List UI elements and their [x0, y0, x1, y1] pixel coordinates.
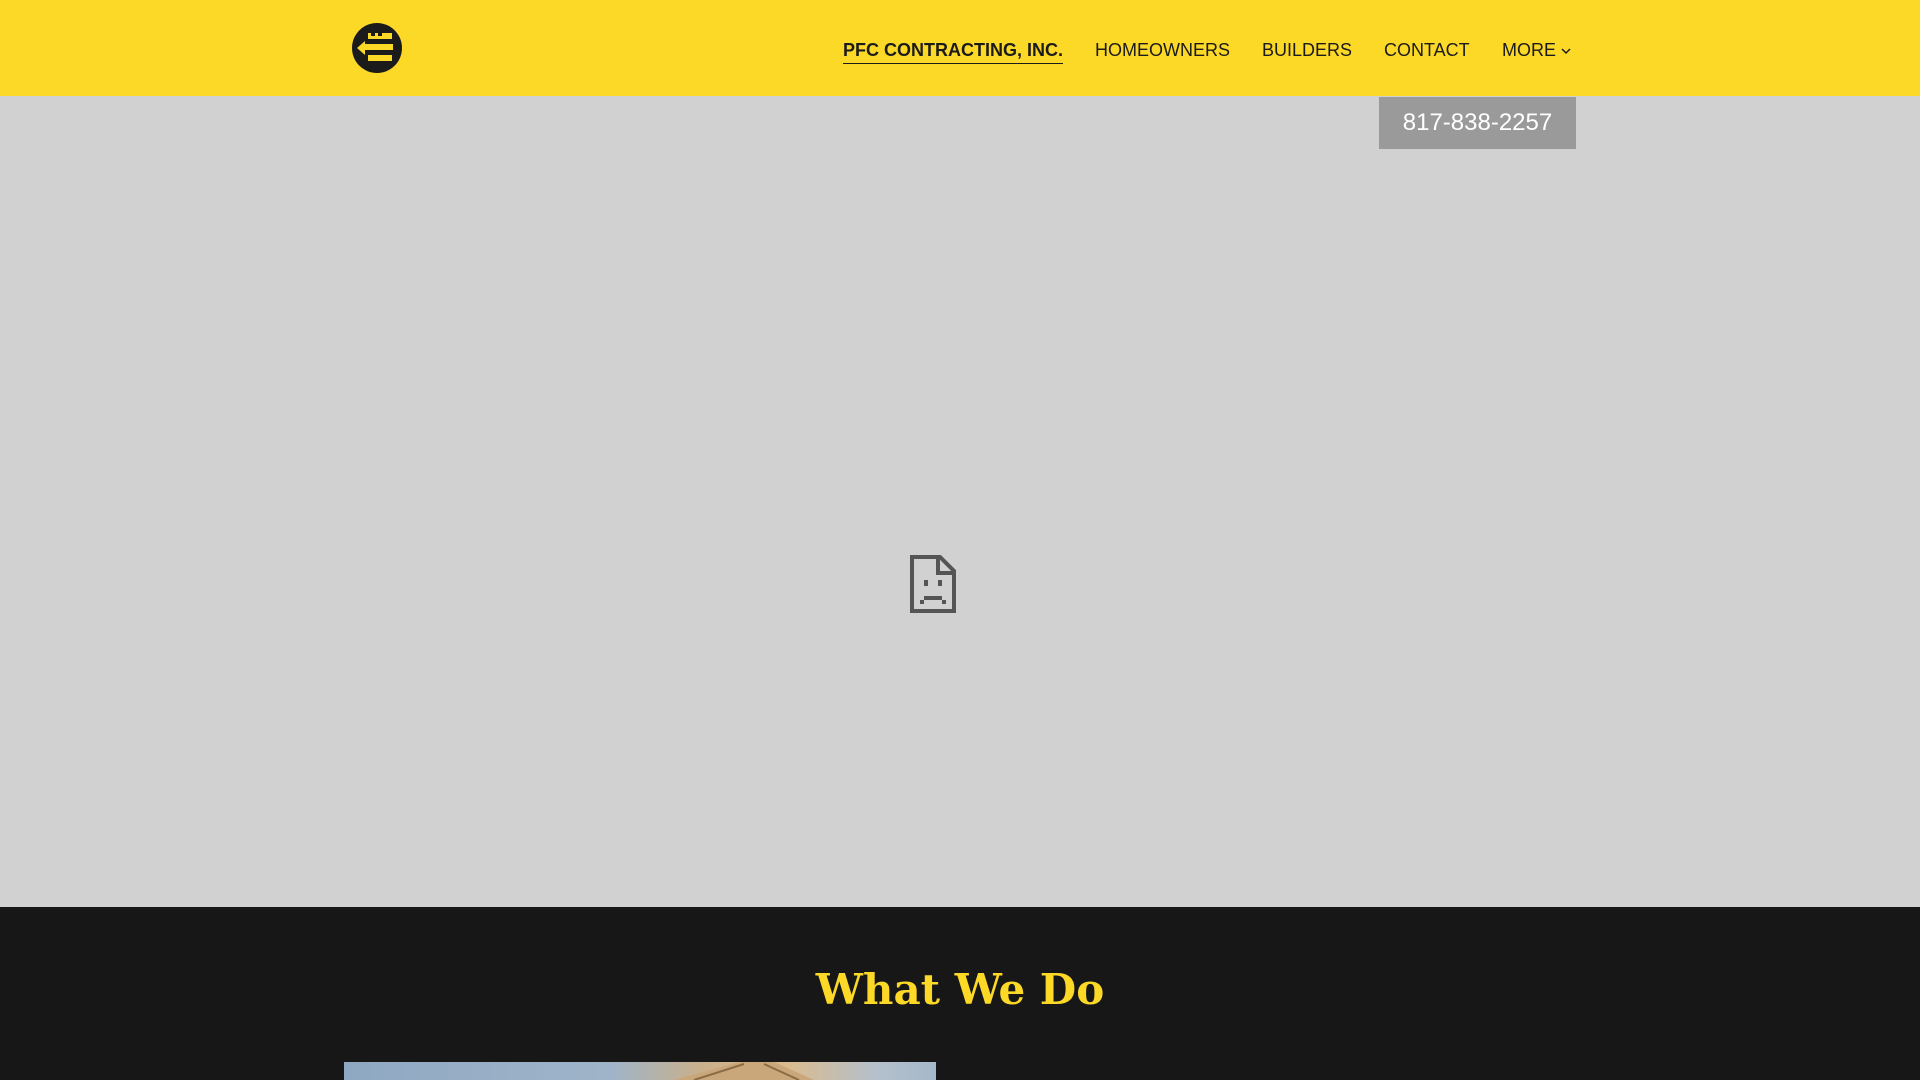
chevron-down-icon — [1561, 48, 1571, 55]
section-title: What We Do — [815, 965, 1105, 1014]
nav-item-home[interactable]: PFC CONTRACTING, INC. — [843, 38, 1063, 64]
pfc-logo-icon[interactable] — [351, 22, 403, 74]
nav-item-more[interactable]: MORE — [1502, 38, 1572, 62]
broken-image-icon — [910, 555, 956, 613]
site-header: PFC CONTRACTING, INC. HOMEOWNERS BUILDER… — [0, 0, 1920, 96]
nav-item-builders[interactable]: BUILDERS — [1262, 38, 1352, 62]
hero-section — [0, 96, 1920, 907]
roof-framing-image — [674, 1062, 814, 1080]
phone-button[interactable]: 817-838-2257 — [1379, 97, 1576, 149]
service-image — [344, 1062, 936, 1080]
nav-item-more-label: MORE — [1502, 40, 1556, 60]
nav-item-homeowners[interactable]: HOMEOWNERS — [1095, 38, 1230, 62]
nav-item-contact[interactable]: CONTACT — [1384, 38, 1470, 62]
